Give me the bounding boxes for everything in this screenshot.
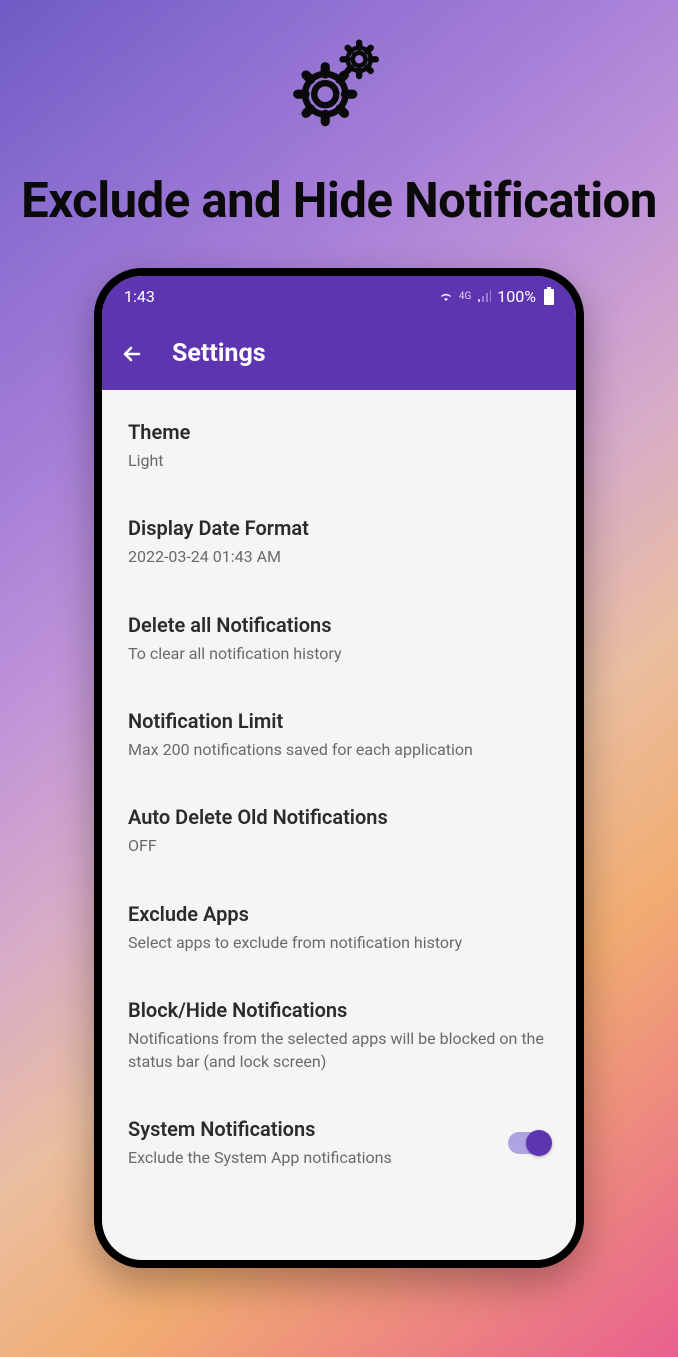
setting-subtitle: Notifications from the selected apps wil… <box>128 1028 550 1073</box>
system-notifications-toggle[interactable] <box>508 1132 550 1154</box>
status-bar: 1:43 4G 100% <box>102 276 576 318</box>
setting-title: Delete all Notifications <box>128 613 550 637</box>
setting-subtitle: Max 200 notifications saved for each app… <box>128 739 550 761</box>
setting-subtitle: 2022-03-24 01:43 AM <box>128 546 550 568</box>
setting-auto-delete[interactable]: Auto Delete Old Notifications OFF <box>102 783 576 879</box>
setting-title: Notification Limit <box>128 709 550 733</box>
gears-icon <box>284 30 394 144</box>
setting-system-notifications[interactable]: System Notifications Exclude the System … <box>102 1095 576 1191</box>
setting-subtitle: Light <box>128 450 550 472</box>
setting-title: Block/Hide Notifications <box>128 998 550 1022</box>
status-time: 1:43 <box>124 287 155 306</box>
setting-title: Auto Delete Old Notifications <box>128 805 550 829</box>
wifi-icon <box>439 291 453 303</box>
phone-screen: 1:43 4G 100% <box>102 276 576 1260</box>
setting-title: Theme <box>128 420 550 444</box>
setting-date-format[interactable]: Display Date Format 2022-03-24 01:43 AM <box>102 494 576 590</box>
setting-subtitle: To clear all notification history <box>128 643 550 665</box>
phone-frame: 1:43 4G 100% <box>94 268 584 1268</box>
network-type: 4G <box>459 291 471 302</box>
setting-notification-limit[interactable]: Notification Limit Max 200 notifications… <box>102 687 576 783</box>
setting-title: System Notifications <box>128 1117 502 1141</box>
promo-title: Exclude and Hide Notification <box>21 174 657 228</box>
setting-exclude-apps[interactable]: Exclude Apps Select apps to exclude from… <box>102 880 576 976</box>
setting-subtitle: Select apps to exclude from notification… <box>128 932 550 954</box>
settings-list[interactable]: Theme Light Display Date Format 2022-03-… <box>102 390 576 1260</box>
battery-icon <box>544 289 554 305</box>
signal-icon <box>477 287 491 306</box>
setting-title: Display Date Format <box>128 516 550 540</box>
setting-subtitle: OFF <box>128 835 550 857</box>
promo-background: Exclude and Hide Notification 1:43 4G 10… <box>0 0 678 1357</box>
setting-theme[interactable]: Theme Light <box>102 398 576 494</box>
back-button[interactable] <box>120 342 144 366</box>
setting-title: Exclude Apps <box>128 902 550 926</box>
app-bar-title: Settings <box>172 339 266 368</box>
setting-delete-all[interactable]: Delete all Notifications To clear all no… <box>102 591 576 687</box>
battery-percent: 100% <box>497 287 536 306</box>
app-bar: Settings <box>102 318 576 390</box>
setting-block-hide[interactable]: Block/Hide Notifications Notifications f… <box>102 976 576 1095</box>
setting-subtitle: Exclude the System App notifications <box>128 1147 502 1169</box>
